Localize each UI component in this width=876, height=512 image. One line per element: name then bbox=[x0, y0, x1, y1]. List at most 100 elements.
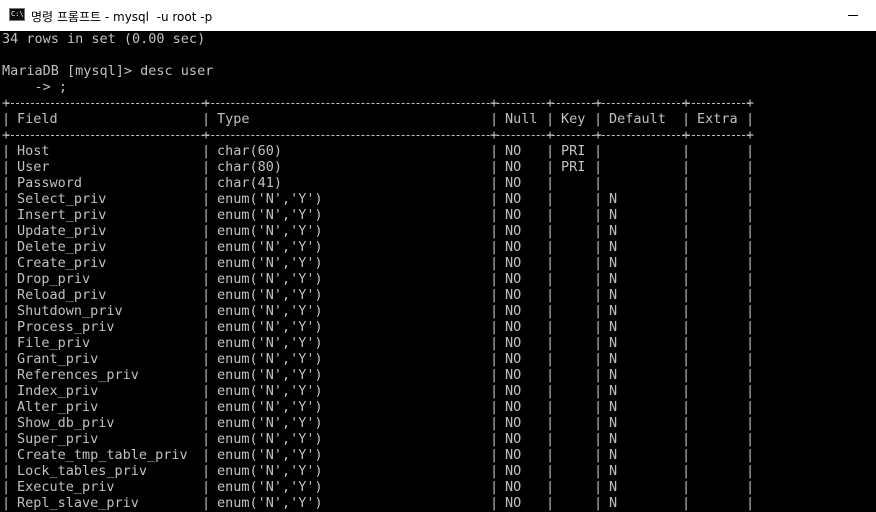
border-corner: + bbox=[682, 127, 691, 143]
cell-null: NO bbox=[505, 383, 522, 399]
cell-null: NO bbox=[505, 223, 522, 239]
cell-field: Update_priv bbox=[17, 223, 107, 239]
cell-field: Lock_tables_priv bbox=[17, 463, 148, 479]
cell-field: Create_priv bbox=[17, 255, 107, 271]
cell-null: NO bbox=[505, 415, 522, 431]
table-row: | | | | | | | Host char(60) NO PRI bbox=[0, 143, 760, 159]
table-row: | | | | | | | Delete_priv enum('N','Y') NO N bbox=[0, 239, 760, 255]
column-separator: | bbox=[594, 383, 603, 399]
column-separator: | bbox=[682, 175, 691, 191]
column-separator: | bbox=[546, 463, 555, 479]
column-separator: | bbox=[490, 495, 499, 511]
result-summary: 34 rows in set (0.00 sec) bbox=[2, 31, 206, 47]
column-separator: | bbox=[490, 319, 499, 335]
column-separator: | bbox=[2, 383, 11, 399]
border-corner: + bbox=[490, 95, 499, 111]
cell-null: NO bbox=[505, 351, 522, 367]
column-separator: | bbox=[2, 303, 11, 319]
cell-default: N bbox=[609, 207, 618, 223]
border-corner: + bbox=[546, 95, 555, 111]
title-bar[interactable]: C:\ 명령 프롬프트 - mysql -u root -p bbox=[0, 0, 876, 31]
column-separator: | bbox=[594, 191, 603, 207]
cell-default: N bbox=[609, 239, 618, 255]
column-separator: | bbox=[682, 335, 691, 351]
table-row: | | | | | | | User char(80) NO PRI bbox=[0, 159, 760, 175]
column-separator: | bbox=[202, 479, 211, 495]
column-separator: | bbox=[682, 111, 691, 127]
table-row: | | | | | | | Select_priv enum('N','Y') NO N bbox=[0, 191, 760, 207]
column-separator: | bbox=[546, 255, 555, 271]
table-row: | | | | | | | Super_priv enum('N','Y') NO N bbox=[0, 431, 760, 447]
column-separator: | bbox=[682, 303, 691, 319]
cell-type: enum('N','Y') bbox=[217, 479, 323, 495]
column-separator: | bbox=[490, 239, 499, 255]
column-separator: | bbox=[594, 399, 603, 415]
column-separator: | bbox=[490, 383, 499, 399]
column-separator: | bbox=[490, 143, 499, 159]
table-row: | | | | | | | References_priv enum('N','Y') NO N bbox=[0, 367, 760, 383]
column-separator: | bbox=[202, 351, 211, 367]
column-separator: | bbox=[202, 319, 211, 335]
column-separator: | bbox=[2, 431, 11, 447]
cell-type: enum('N','Y') bbox=[217, 303, 323, 319]
column-separator: | bbox=[594, 319, 603, 335]
header-field: Field bbox=[17, 111, 58, 127]
column-separator: | bbox=[546, 495, 555, 511]
column-separator: | bbox=[202, 447, 211, 463]
column-separator: | bbox=[2, 255, 11, 271]
column-separator: | bbox=[546, 191, 555, 207]
cell-null: NO bbox=[505, 479, 522, 495]
column-separator: | bbox=[2, 223, 11, 239]
border-corner: + bbox=[682, 95, 691, 111]
table-row: | | | | | | | Shutdown_priv enum('N','Y') NO N bbox=[0, 303, 760, 319]
column-separator: | bbox=[202, 287, 211, 303]
cell-type: enum('N','Y') bbox=[217, 223, 323, 239]
table-row: | | | | | | | Repl_slave_priv enum('N','Y') NO N bbox=[0, 495, 760, 511]
column-separator: | bbox=[746, 303, 755, 319]
column-separator: | bbox=[202, 367, 211, 383]
column-separator: | bbox=[594, 447, 603, 463]
cell-type: enum('N','Y') bbox=[217, 255, 323, 271]
cell-null: NO bbox=[505, 287, 522, 303]
column-separator: | bbox=[490, 415, 499, 431]
column-separator: | bbox=[746, 447, 755, 463]
minimize-icon[interactable] bbox=[830, 0, 876, 31]
column-separator: | bbox=[490, 271, 499, 287]
cell-null: NO bbox=[505, 447, 522, 463]
console-icon[interactable]: C:\ bbox=[9, 8, 25, 21]
column-separator: | bbox=[594, 303, 603, 319]
table-header-border: + + + + + + + bbox=[2, 127, 754, 143]
column-separator: | bbox=[682, 159, 691, 175]
column-separator: | bbox=[594, 271, 603, 287]
cell-type: enum('N','Y') bbox=[217, 383, 323, 399]
border-corner: + bbox=[490, 127, 499, 143]
column-separator: | bbox=[682, 319, 691, 335]
cell-null: NO bbox=[505, 239, 522, 255]
column-separator: | bbox=[746, 271, 755, 287]
window-title: 명령 프롬프트 - mysql -u root -p bbox=[31, 10, 213, 24]
column-separator: | bbox=[594, 255, 603, 271]
column-separator: | bbox=[746, 495, 755, 511]
header-type: Type bbox=[217, 111, 250, 127]
column-separator: | bbox=[746, 207, 755, 223]
header-extra: Extra bbox=[697, 111, 738, 127]
cell-default: N bbox=[609, 447, 618, 463]
cell-null: NO bbox=[505, 495, 522, 511]
table-row: | | | | | | | Lock_tables_priv enum('N','Y') NO N bbox=[0, 463, 760, 479]
column-separator: | bbox=[490, 463, 499, 479]
column-separator: | bbox=[594, 207, 603, 223]
column-separator: | bbox=[546, 335, 555, 351]
border-line bbox=[6, 103, 750, 104]
column-separator: | bbox=[746, 143, 755, 159]
cell-type: enum('N','Y') bbox=[217, 319, 323, 335]
cell-type: enum('N','Y') bbox=[217, 335, 323, 351]
cell-default: N bbox=[609, 271, 618, 287]
column-separator: | bbox=[746, 287, 755, 303]
column-separator: | bbox=[594, 223, 603, 239]
console-output[interactable]: 34 rows in set (0.00 sec) MariaDB [mysql… bbox=[0, 31, 876, 512]
column-separator: | bbox=[546, 399, 555, 415]
column-separator: | bbox=[746, 399, 755, 415]
column-separator: | bbox=[202, 415, 211, 431]
column-separator: | bbox=[546, 447, 555, 463]
cell-field: Process_priv bbox=[17, 319, 115, 335]
